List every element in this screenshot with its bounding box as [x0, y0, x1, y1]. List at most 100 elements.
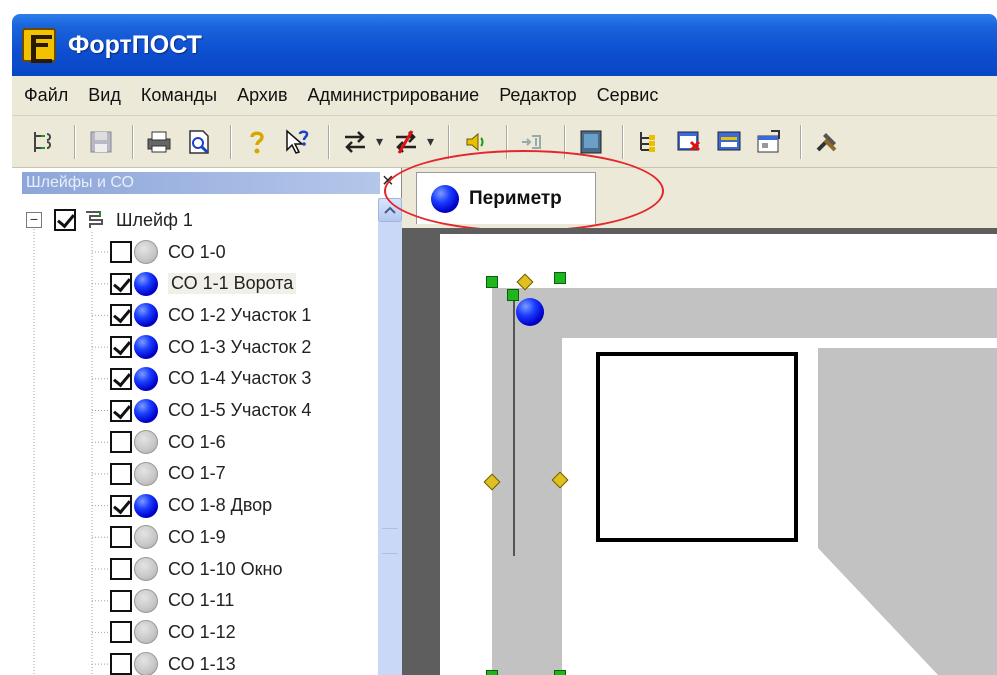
menu-file[interactable]: Файл	[24, 85, 68, 106]
context-help-button[interactable]	[280, 125, 314, 159]
help-icon	[250, 131, 264, 153]
sensor-active-icon	[134, 303, 158, 328]
selected-line[interactable]	[513, 300, 515, 556]
sensor-checkbox[interactable]	[110, 653, 132, 675]
menu-service[interactable]: Сервис	[597, 85, 659, 106]
sensor-label: СО 1-2 Участок 1	[168, 304, 312, 325]
properties-button[interactable]	[752, 125, 786, 159]
perimeter-zone-left[interactable]	[492, 288, 562, 675]
tree-item-sensor[interactable]: СО 1-0	[12, 236, 368, 268]
tree-item-sensor[interactable]: СО 1-5 Участок 4	[12, 395, 368, 427]
sensor-active-icon	[134, 366, 158, 391]
tree-scrollbar[interactable]	[378, 198, 402, 675]
menu-editor[interactable]: Редактор	[499, 85, 576, 106]
sensor-checkbox[interactable]	[110, 241, 132, 263]
selection-handle[interactable]	[554, 670, 566, 675]
tree-item-sensor[interactable]: СО 1-8 Двор	[12, 490, 368, 522]
disarm-dropdown-arrow[interactable]: ▾	[427, 133, 434, 150]
sensor-label: СО 1-7	[168, 463, 226, 484]
sensor-inactive-icon	[134, 430, 158, 455]
sensor-checkbox[interactable]	[110, 589, 132, 612]
tree-view-button[interactable]	[632, 125, 666, 159]
context-help-icon	[286, 128, 309, 154]
disarm-icon	[396, 129, 417, 154]
menu-archive[interactable]: Архив	[237, 85, 287, 106]
sensor-label: СО 1-5 Участок 4	[168, 400, 312, 420]
sensor-active-icon	[134, 271, 158, 296]
tree-item-sensor[interactable]: СО 1-1 Ворота	[12, 268, 368, 300]
menu-commands[interactable]: Команды	[141, 85, 217, 106]
tree-root-loop-1[interactable]: − Шлейф 1	[12, 204, 368, 236]
selection-handle[interactable]	[486, 670, 498, 675]
perimeter-zone-right[interactable]	[818, 348, 997, 675]
tree-item-sensor[interactable]: СО 1-4 Участок 3	[12, 363, 368, 395]
screen-icon	[717, 131, 741, 150]
sensor-checkbox[interactable]	[110, 367, 132, 390]
sensor-active-icon	[134, 493, 158, 518]
building-shape[interactable]	[596, 352, 798, 542]
sensor-checkbox[interactable]	[110, 621, 132, 644]
sensor-checkbox[interactable]	[110, 336, 132, 359]
arm-icon	[345, 130, 365, 153]
window-title: ФортПОСТ	[68, 30, 202, 59]
toolbar-separator	[622, 124, 625, 159]
menu-bar: Файл Вид Команды Архив Администрирование…	[12, 76, 997, 116]
sensor-checkbox[interactable]	[110, 526, 132, 549]
help-button[interactable]	[240, 125, 274, 159]
sensor-label: СО 1-4 Участок 3	[168, 368, 312, 389]
print-button[interactable]	[142, 125, 176, 159]
event-log-button[interactable]	[672, 125, 706, 159]
sensor-checkbox[interactable]	[110, 399, 132, 422]
tools-button[interactable]	[810, 125, 844, 159]
tree-item-sensor[interactable]: СО 1-6	[12, 426, 368, 458]
tree-item-sensor[interactable]: СО 1-7	[12, 458, 368, 490]
arm-dropdown-arrow[interactable]: ▾	[376, 133, 383, 150]
sensor-checkbox[interactable]	[110, 304, 132, 327]
menu-view[interactable]: Вид	[88, 85, 121, 106]
toolbar-separator	[800, 124, 803, 159]
tree-item-sensor[interactable]: СО 1-3 Участок 2	[12, 331, 368, 363]
sensor-label: СО 1-13	[168, 653, 236, 674]
perimeter-zone-top[interactable]	[562, 288, 997, 338]
scroll-grip[interactable]	[382, 528, 398, 554]
sensor-checkbox[interactable]	[110, 558, 132, 580]
print-preview-button[interactable]	[182, 125, 216, 159]
sensor-checkbox[interactable]	[110, 494, 132, 517]
sensor-checkbox[interactable]	[110, 431, 132, 454]
monitor-icon	[580, 130, 602, 153]
sensor-inactive-icon	[134, 620, 158, 645]
sensor-label: СО 1-8 Двор	[168, 495, 273, 516]
sensor-checkbox[interactable]	[110, 462, 132, 485]
sensor-label: СО 1-1 Ворота	[168, 273, 297, 295]
sensor-active-icon	[134, 398, 158, 423]
tree-item-sensor[interactable]: СО 1-13	[12, 648, 368, 675]
tree-item-sensor[interactable]: СО 1-10 Окно	[12, 553, 368, 585]
selection-handle[interactable]	[486, 276, 498, 288]
disarm-button[interactable]	[389, 125, 423, 159]
tree-expander[interactable]: −	[26, 212, 42, 228]
loop-checkbox[interactable]	[54, 209, 76, 231]
tree-item-sensor[interactable]: СО 1-9	[12, 521, 368, 553]
panel-title: Шлейфы и СО	[22, 172, 380, 194]
tree-link-icon	[34, 131, 51, 152]
toolbar-separator	[448, 124, 451, 159]
menu-administration[interactable]: Администрирование	[308, 85, 480, 106]
sensor-inactive-icon	[134, 525, 158, 550]
tree-item-sensor[interactable]: СО 1-11	[12, 585, 368, 617]
selection-handle[interactable]	[507, 289, 519, 301]
tree-link-button[interactable]	[26, 125, 60, 159]
screen-button[interactable]	[712, 125, 746, 159]
sensor-label: СО 1-0	[168, 241, 226, 262]
tree-item-sensor[interactable]: СО 1-12	[12, 616, 368, 648]
save-icon	[90, 131, 112, 152]
selection-handle[interactable]	[554, 272, 566, 284]
arm-button[interactable]	[338, 125, 372, 159]
toolbar-separator	[132, 124, 134, 159]
tree-item-sensor[interactable]: СО 1-2 Участок 1	[12, 299, 368, 331]
sensor-marker-icon[interactable]	[516, 298, 544, 326]
properties-icon	[757, 129, 781, 152]
title-bar: ФортПОСТ	[12, 14, 997, 76]
save-button[interactable]	[84, 125, 118, 159]
sensor-label: СО 1-9	[168, 526, 226, 547]
sensor-checkbox[interactable]	[110, 272, 132, 295]
